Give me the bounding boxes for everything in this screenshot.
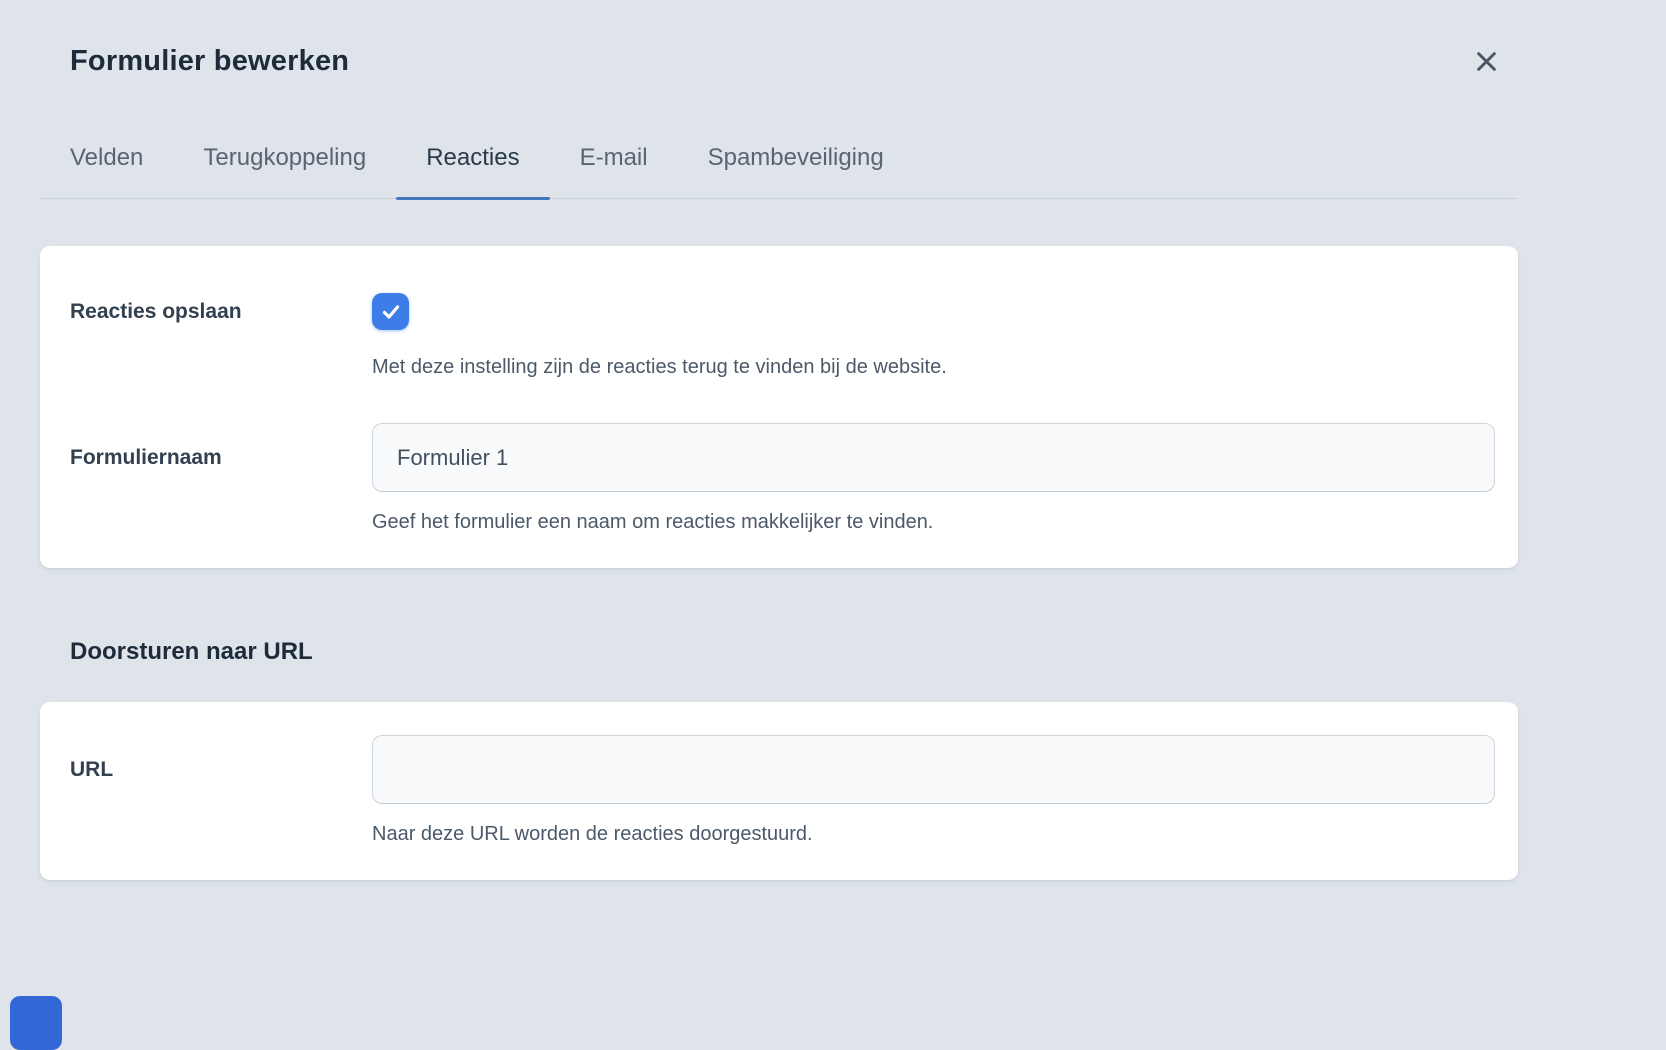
- formuliernaam-input[interactable]: [372, 423, 1495, 492]
- url-settings-card: URL Naar deze URL worden de reacties doo…: [40, 702, 1518, 880]
- reacties-opslaan-control: [372, 293, 1495, 330]
- partial-blue-button[interactable]: [10, 996, 62, 1050]
- url-control: [372, 735, 1495, 804]
- url-label: URL: [70, 758, 372, 782]
- formuliernaam-control: [372, 423, 1495, 492]
- formuliernaam-label: Formuliernaam: [70, 446, 372, 470]
- tab-bar: Velden Terugkoppeling Reacties E-mail Sp…: [40, 143, 1518, 199]
- url-input[interactable]: [372, 735, 1495, 804]
- tab-email[interactable]: E-mail: [580, 143, 648, 198]
- modal-header: Formulier bewerken: [40, 0, 1518, 79]
- reacties-opslaan-checkbox[interactable]: [372, 293, 409, 330]
- tab-reacties[interactable]: Reacties: [426, 143, 519, 198]
- tab-velden[interactable]: Velden: [70, 143, 143, 198]
- url-help: Naar deze URL worden de reacties doorges…: [372, 820, 1495, 848]
- page-title: Formulier bewerken: [70, 45, 349, 78]
- modal-content: Formulier bewerken Velden Terugkoppeling…: [40, 0, 1518, 880]
- doorsturen-heading: Doorsturen naar URL: [70, 638, 1518, 666]
- reacties-opslaan-label: Reacties opslaan: [70, 300, 372, 324]
- tab-spambeveiliging[interactable]: Spambeveiliging: [708, 143, 884, 198]
- formuliernaam-row: Formuliernaam Geef het formulier een naa…: [70, 423, 1495, 536]
- url-row: URL Naar deze URL worden de reacties doo…: [70, 735, 1495, 848]
- reacties-settings-card: Reacties opslaan Met deze instelling zij…: [40, 246, 1518, 568]
- reacties-opslaan-row: Reacties opslaan Met deze instelling zij…: [70, 293, 1495, 381]
- tab-terugkoppeling[interactable]: Terugkoppeling: [203, 143, 366, 198]
- close-button[interactable]: [1468, 43, 1504, 79]
- close-icon: [1473, 48, 1500, 75]
- reacties-opslaan-help: Met deze instelling zijn de reacties ter…: [372, 353, 1495, 381]
- formuliernaam-help: Geef het formulier een naam om reacties …: [372, 508, 1495, 536]
- checkmark-icon: [380, 301, 402, 323]
